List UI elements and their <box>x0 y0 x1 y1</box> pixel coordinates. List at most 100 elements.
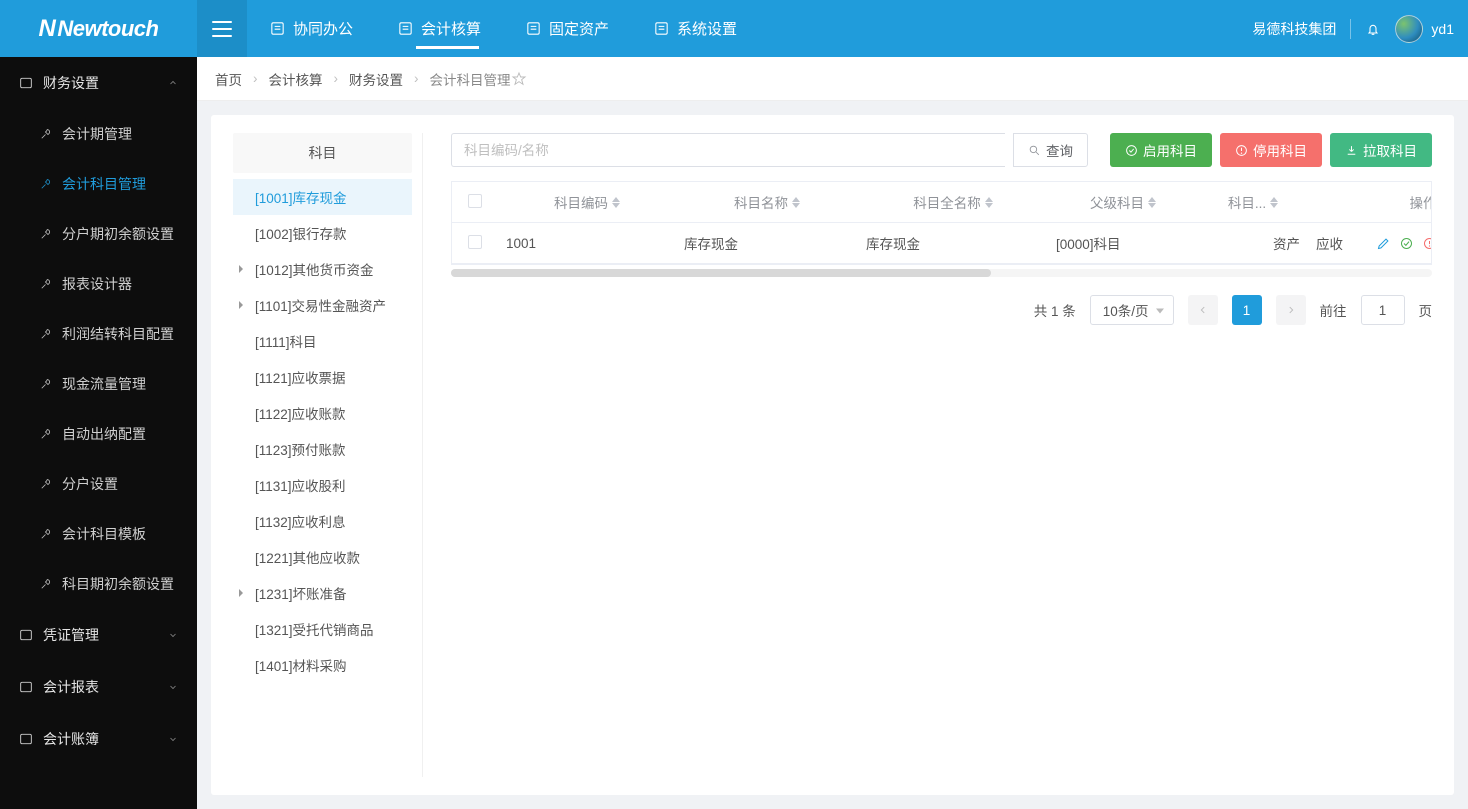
goto-input[interactable] <box>1361 295 1405 325</box>
alert-circle-icon[interactable] <box>1422 236 1432 251</box>
sidebar: 财务设置会计期管理会计科目管理分户期初余额设置报表设计器利润结转科目配置现金流量… <box>0 57 197 809</box>
sort-icon[interactable] <box>1270 197 1278 208</box>
chevron-down-icon <box>167 733 179 745</box>
chevron-down-icon <box>167 629 179 641</box>
sort-icon[interactable] <box>612 197 620 208</box>
caret-right-icon <box>239 301 243 309</box>
table-header-row: 科目编码 科目名称 科目全名称 父级科目 科目... 操作 <box>452 182 1432 223</box>
module-icon <box>653 20 670 37</box>
page-size-select[interactable]: 10条/页 <box>1090 295 1174 325</box>
tree-item[interactable]: [1111]科目 <box>233 323 412 359</box>
next-page[interactable] <box>1276 295 1306 325</box>
tree-item[interactable]: [1012]其他货币资金 <box>233 251 412 287</box>
breadcrumb-item[interactable]: 财务设置 <box>349 69 403 89</box>
tree-item[interactable]: [1001]库存现金 <box>233 179 412 215</box>
th-type[interactable]: 科目... <box>1228 192 1266 212</box>
topnav-item[interactable]: 固定资产 <box>503 0 631 57</box>
topnav-item[interactable]: 会计核算 <box>375 0 503 57</box>
th-ops: 操作 <box>1410 192 1433 212</box>
sidebar-group-head[interactable]: 会计报表 <box>0 661 197 713</box>
sidebar-toggle[interactable] <box>197 0 247 57</box>
th-fullname[interactable]: 科目全名称 <box>913 192 981 212</box>
caret-right-icon <box>239 589 243 597</box>
chevron-right-icon: › <box>414 71 419 86</box>
page-number[interactable]: 1 <box>1232 295 1262 325</box>
tree-item[interactable]: [1221]其他应收款 <box>233 539 412 575</box>
search-button[interactable]: 查询 <box>1013 133 1088 167</box>
search-icon <box>1028 144 1041 157</box>
sidebar-group-head[interactable]: 会计账簿 <box>0 713 197 765</box>
sort-icon[interactable] <box>792 197 800 208</box>
th-name[interactable]: 科目名称 <box>734 192 788 212</box>
prev-page[interactable] <box>1188 295 1218 325</box>
breadcrumb-item[interactable]: 首页 <box>215 69 242 89</box>
enable-button-label: 启用科目 <box>1143 140 1197 160</box>
table-row: 1001库存现金库存现金[0000]科目资产应收 <box>452 223 1432 264</box>
sidebar-item[interactable]: 自动出纳配置 <box>0 409 197 459</box>
sidebar-item[interactable]: 报表设计器 <box>0 259 197 309</box>
check-circle-icon[interactable] <box>1399 236 1414 251</box>
search-input[interactable] <box>451 133 1005 167</box>
sort-icon[interactable] <box>1148 197 1156 208</box>
tree-item[interactable]: [1122]应收账款 <box>233 395 412 431</box>
table: 科目编码 科目名称 科目全名称 父级科目 科目... 操作 <box>451 181 1432 265</box>
avatar <box>1395 15 1423 43</box>
bell-icon[interactable] <box>1365 21 1381 37</box>
enable-button[interactable]: 启用科目 <box>1110 133 1212 167</box>
tree-item[interactable]: [1132]应收利息 <box>233 503 412 539</box>
sidebar-item[interactable]: 利润结转科目配置 <box>0 309 197 359</box>
tree-item[interactable]: [1101]交易性金融资产 <box>233 287 412 323</box>
star-icon[interactable] <box>511 71 527 87</box>
brand-text: Newtouch <box>57 16 158 42</box>
sidebar-group-head[interactable]: 财务设置 <box>0 57 197 109</box>
chevron-left-icon <box>1198 305 1208 315</box>
tree-item[interactable]: [1123]预付账款 <box>233 431 412 467</box>
wrench-icon <box>38 527 53 542</box>
topnav-item[interactable]: 协同办公 <box>247 0 375 57</box>
org-name[interactable]: 易德科技集团 <box>1252 19 1351 39</box>
tree-item[interactable]: [1321]受托代销商品 <box>233 611 412 647</box>
download-icon <box>1345 144 1358 157</box>
chevron-right-icon <box>1286 305 1296 315</box>
tree-item[interactable]: [1231]坏账准备 <box>233 575 412 611</box>
wrench-icon <box>38 277 53 292</box>
th-parent[interactable]: 父级科目 <box>1090 192 1144 212</box>
right-panel: 查询 启用科目 停用科目 <box>451 133 1432 777</box>
topnav-item[interactable]: 系统设置 <box>631 0 759 57</box>
disable-button[interactable]: 停用科目 <box>1220 133 1322 167</box>
chevron-up-icon <box>167 77 179 89</box>
table-horizontal-scrollbar[interactable] <box>451 269 1432 277</box>
row-checkbox[interactable] <box>468 235 482 249</box>
tree-item[interactable]: [1121]应收票据 <box>233 359 412 395</box>
sidebar-group-head[interactable]: 凭证管理 <box>0 609 197 661</box>
th-code[interactable]: 科目编码 <box>554 192 608 212</box>
tree-item[interactable]: [1401]材料采购 <box>233 647 412 683</box>
tree-item[interactable]: [1131]应收股利 <box>233 467 412 503</box>
sidebar-item[interactable]: 分户设置 <box>0 459 197 509</box>
caret-right-icon <box>239 265 243 273</box>
sidebar-item[interactable]: 会计科目模板 <box>0 509 197 559</box>
chevron-right-icon: › <box>334 71 339 86</box>
total-text: 共 1 条 <box>1034 300 1076 320</box>
select-all-checkbox[interactable] <box>468 194 482 208</box>
chevron-down-icon <box>167 681 179 693</box>
hamburger-icon <box>212 21 232 37</box>
sidebar-item[interactable]: 现金流量管理 <box>0 359 197 409</box>
folder-icon <box>18 679 34 695</box>
tree-item[interactable]: [1002]银行存款 <box>233 215 412 251</box>
user-menu[interactable]: yd1 <box>1395 15 1454 43</box>
sort-icon[interactable] <box>985 197 993 208</box>
breadcrumb-item[interactable]: 会计核算 <box>269 69 323 89</box>
folder-icon <box>18 627 34 643</box>
brand-logo: NNewtouch <box>0 15 197 43</box>
pull-button[interactable]: 拉取科目 <box>1330 133 1432 167</box>
module-icon <box>397 20 414 37</box>
edit-icon[interactable] <box>1376 236 1391 251</box>
alert-circle-icon <box>1235 144 1248 157</box>
sidebar-item[interactable]: 分户期初余额设置 <box>0 209 197 259</box>
topbar: NNewtouch 协同办公会计核算固定资产系统设置 易德科技集团 yd1 <box>0 0 1468 57</box>
sidebar-item[interactable]: 科目期初余额设置 <box>0 559 197 609</box>
wrench-icon <box>38 577 53 592</box>
sidebar-item[interactable]: 会计科目管理 <box>0 159 197 209</box>
sidebar-item[interactable]: 会计期管理 <box>0 109 197 159</box>
